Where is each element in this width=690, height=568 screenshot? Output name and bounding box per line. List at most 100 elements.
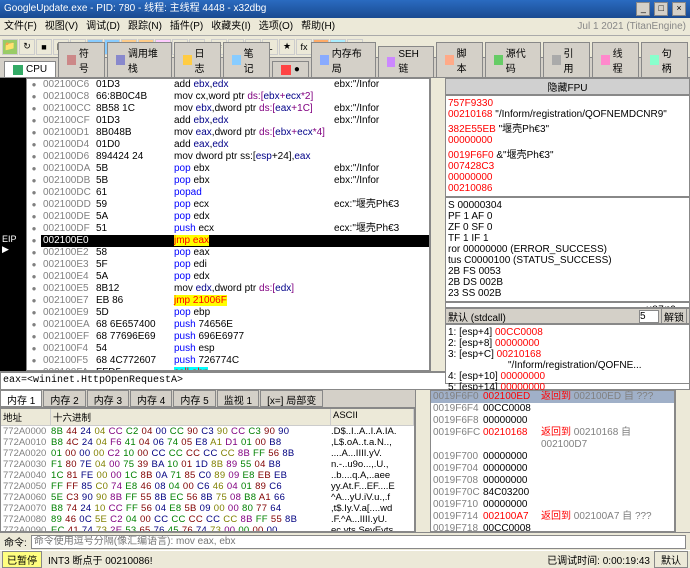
disasm-row[interactable]: ●002100DD59pop ecxecx:"堰壳Ph€3 (27, 199, 429, 211)
menu-debug[interactable]: 调试(D) (86, 18, 120, 35)
disasm-row[interactable]: ●002100F568 4C772607push 726774C (27, 355, 429, 367)
tab-ref[interactable]: 引用 (543, 42, 590, 77)
dump-row[interactable]: 772A00008B 44 24 04 CC C2 04 00 CC 90 C3… (1, 426, 414, 437)
disasm-row[interactable]: ●002100EA68 6E657400push 74656E (27, 319, 429, 331)
dump-tab[interactable]: 内存 1 (0, 390, 42, 407)
dump-row[interactable]: 772A0050FF FF 85 C0 74 E8 46 08 04 00 C6… (1, 481, 414, 492)
stack-row[interactable]: 0019F6F0002100ED返回到 002100ED 自 ??? (431, 391, 674, 403)
menu-file[interactable]: 文件(F) (4, 18, 37, 35)
tab-hnd[interactable]: 句柄 (641, 42, 688, 77)
dump-col-addr[interactable]: 地址 (1, 409, 51, 425)
disasm-row[interactable]: ●002100C866:8B0C4Bmov cx,word ptr ds:[eb… (27, 91, 429, 103)
disasm-row[interactable]: ●002100DC61popad (27, 187, 429, 199)
tab-thr[interactable]: 调用堆栈 (107, 42, 172, 77)
disasm-row[interactable]: ●002100DE5Apop edx (27, 211, 429, 223)
disasm-row[interactable]: ●002100C601D3add ebx,edxebx:"/Infor (27, 79, 429, 91)
disasm-row[interactable]: ●002100E0^ FFE0jmp eax (27, 235, 429, 247)
dump-tab[interactable]: 内存 4 (130, 390, 172, 407)
dump-tab[interactable]: [x=] 局部变 (260, 390, 323, 407)
disasm-row[interactable]: ●002100CF01D3add ebx,edxebx:"/Infor (27, 115, 429, 127)
dump-tab[interactable]: 内存 3 (87, 390, 129, 407)
unlock-button[interactable]: 解锁 (661, 308, 687, 325)
tab-th[interactable]: 线程 (592, 42, 639, 77)
dump-row[interactable]: 772A00401C 81 FE 00 00 1C 8B 0A 71 85 C0… (1, 470, 414, 481)
dump-col-ascii[interactable]: ASCII (331, 409, 414, 425)
dump-row[interactable]: 772A008089 46 0C 5E C2 04 00 CC CC CC CC… (1, 514, 414, 525)
dump-scrollbar[interactable] (415, 390, 430, 532)
dump-row[interactable]: 772A0070B8 74 24 10 CC FF 56 04 E8 5B 09… (1, 503, 414, 514)
menu-trace[interactable]: 跟踪(N) (128, 18, 162, 35)
flags-info[interactable]: S 00000304PF 1 AF 0ZF 0 SF 0TF 1 IF 1ror… (445, 197, 690, 302)
dump-col-hex[interactable]: 十六进制 (51, 409, 331, 425)
disasm-row[interactable]: ●002100E95Dpop ebp (27, 307, 429, 319)
tab-note[interactable]: 笔记 (223, 42, 270, 77)
stack-row[interactable]: 0019F6F400CC0008 (431, 403, 674, 415)
dump-row[interactable]: 772A002001 00 00 00 C2 10 00 CC CC CC CC… (1, 448, 414, 459)
menu-fav[interactable]: 收藏夹(I) (211, 18, 250, 35)
minimize-button[interactable]: _ (636, 2, 650, 16)
find-icon[interactable]: fx (296, 39, 312, 55)
tab-seh[interactable]: SEH链 (378, 46, 434, 77)
menu-plugins[interactable]: 插件(P) (170, 18, 203, 35)
dump-tab[interactable]: 内存 5 (173, 390, 215, 407)
stack-row[interactable]: 0019F6FC00210168返回到 00210168 自 002100D7 (431, 427, 674, 451)
stack-view[interactable]: 0019F6F0002100ED返回到 002100ED 自 ???0019F6… (430, 390, 675, 532)
disasm-row[interactable]: ●002100E35Fpop edi (27, 259, 429, 271)
disasm-row[interactable]: ●002100E258pop eax (27, 247, 429, 259)
tab-sym[interactable]: 符号 (58, 42, 105, 77)
disasm-row[interactable]: ●002100D401D0add eax,edx (27, 139, 429, 151)
disasm-row[interactable]: ●002100E7EB 86jmp 21006F (27, 295, 429, 307)
stack-row[interactable]: 0019F70400000000 (431, 463, 674, 475)
stack-row[interactable]: 0019F70C84C03200 (431, 487, 674, 499)
stack-row[interactable]: 0019F71800CC0008 (431, 523, 674, 532)
open-icon[interactable]: 📁 (2, 39, 18, 55)
command-input[interactable] (31, 535, 686, 549)
disasm-row[interactable]: ●002100E58B12mov edx,dword ptr ds:[edx] (27, 283, 429, 295)
dump-row[interactable]: 772A0090EC 41 74 73 2E 53 65 76 45 76 74… (1, 525, 414, 532)
close-button[interactable]: × (672, 2, 686, 16)
disasm-row[interactable]: ●002100CC8B58 1Cmov ebx,dword ptr ds:[ea… (27, 103, 429, 115)
tab-scr[interactable]: 脚本 (436, 42, 483, 77)
status-default-btn[interactable]: 默认 (654, 551, 688, 568)
dump-tab[interactable]: 监视 1 (217, 390, 259, 407)
dump-tab[interactable]: 内存 2 (43, 390, 85, 407)
tab-cpu[interactable]: CPU (4, 61, 56, 77)
disasm-row[interactable]: ●002100DF51push ecxecx:"堰壳Ph€3 (27, 223, 429, 235)
disasm-row[interactable]: ●002100E45Apop edx (27, 271, 429, 283)
disasm-row[interactable]: ●002100D6894424 24mov dword ptr ss:[esp+… (27, 151, 429, 163)
args-view[interactable]: 1: [esp+4] 00CC00082: [esp+8] 000000003:… (445, 324, 690, 384)
stack-row[interactable]: 0019F70800000000 (431, 475, 674, 487)
arg-count-input[interactable] (639, 310, 659, 323)
dump-row[interactable]: 772A00605E C3 90 90 8B FF 55 8B EC 56 8B… (1, 492, 414, 503)
stack-row[interactable]: 0019F70000000000 (431, 451, 674, 463)
stack-row[interactable]: 0019F714002100A7返回到 002100A7 自 ??? (431, 511, 674, 523)
disasm-row[interactable]: ●002100F454push esp (27, 343, 429, 355)
register-info[interactable]: 757F9330 00210168 "/Inform/registration/… (445, 95, 690, 197)
stop-icon[interactable]: ■ (36, 39, 52, 55)
dump-row[interactable]: 772A0010B8 4C 24 04 F6 41 04 06 74 05 E8… (1, 437, 414, 448)
disasm-row[interactable]: ●002100FAFFD5call ebp (27, 367, 429, 371)
fpu-toggle[interactable]: 隐藏FPU (445, 78, 690, 95)
disassembly-view[interactable]: ●002100C601D3add ebx,edxebx:"/Infor●0021… (26, 78, 430, 371)
tab-mem[interactable]: 内存布局 (311, 42, 376, 77)
stack-row[interactable]: 0019F6F800000000 (431, 415, 674, 427)
restart-icon[interactable]: ↻ (19, 39, 35, 55)
stack-scrollbar[interactable] (675, 390, 690, 532)
dump-row[interactable]: 772A0030F1 80 7E 04 00 75 39 BA 10 01 1D… (1, 459, 414, 470)
menu-view[interactable]: 视图(V) (45, 18, 78, 35)
disasm-scrollbar[interactable] (430, 78, 445, 371)
bookmark-icon[interactable]: ★ (279, 39, 295, 55)
disasm-row[interactable]: ●002100DA5Bpop ebxebx:"/Infor (27, 163, 429, 175)
memory-dump[interactable]: 地址 十六进制 ASCII 772A00008B 44 24 04 CC C2 … (0, 408, 415, 532)
disasm-row[interactable]: ●002100EF68 77696E69push 696E6977 (27, 331, 429, 343)
disasm-row[interactable]: ●002100D18B048Bmov eax,dword ptr ds:[ebx… (27, 127, 429, 139)
stack-row[interactable]: 0019F71000000000 (431, 499, 674, 511)
disasm-row[interactable]: ●002100DB5Bpop ebxebx:"/Infor (27, 175, 429, 187)
menu-help[interactable]: 帮助(H) (301, 18, 335, 35)
menu-options[interactable]: 选项(O) (259, 18, 293, 35)
maximize-button[interactable]: □ (654, 2, 668, 16)
tab-bp[interactable]: ● (272, 61, 309, 77)
tab-src[interactable]: 源代码 (485, 42, 541, 77)
call-conv-label[interactable]: 默认 (stdcall) (448, 309, 506, 324)
tab-log[interactable]: 日志 (174, 42, 221, 77)
